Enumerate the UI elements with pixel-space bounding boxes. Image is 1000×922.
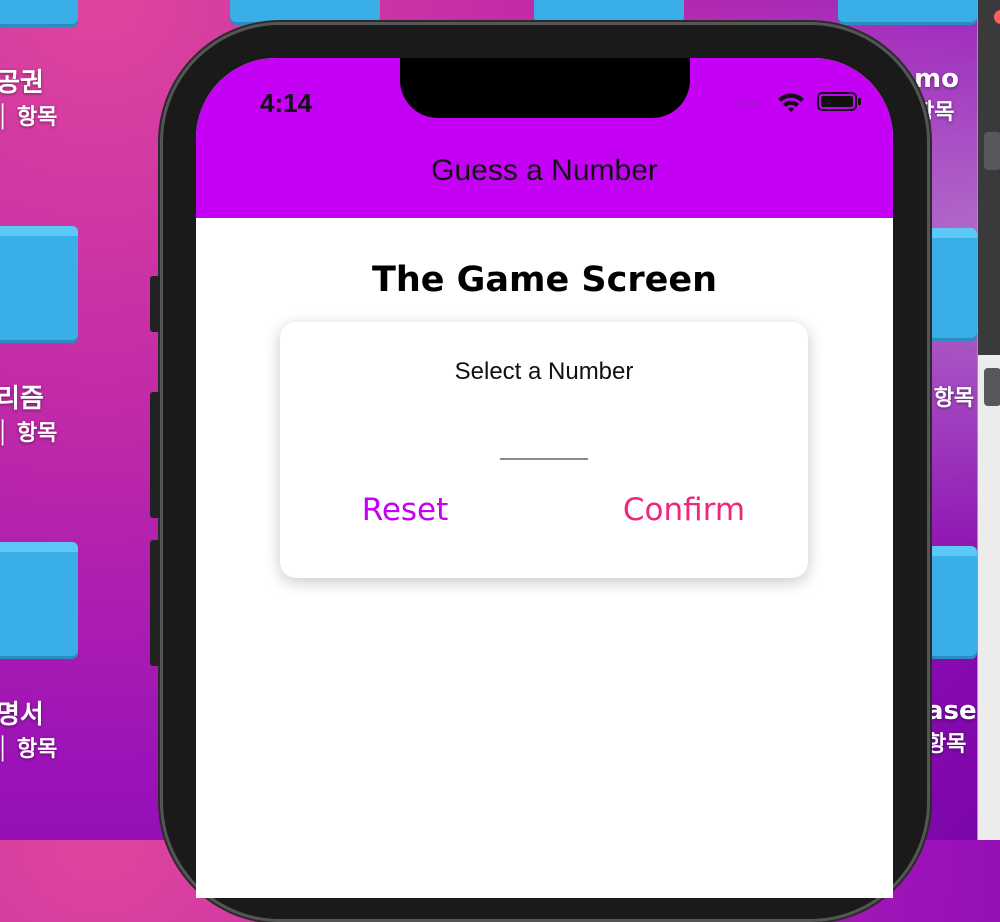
close-window-icon[interactable] (994, 10, 1000, 24)
mute-switch (150, 276, 160, 332)
phone-screen: 4:14 Guess a Number The Game Screen Sele… (196, 58, 893, 898)
desktop-item-label[interactable]: 명서 │ 항목 (0, 694, 57, 763)
desktop-folder-icon[interactable] (534, 0, 684, 22)
toolbar-field[interactable] (984, 368, 1000, 406)
desktop-folder-icon[interactable] (0, 226, 78, 340)
app-header: 4:14 Guess a Number (196, 58, 893, 218)
background-window[interactable] (977, 0, 1000, 840)
toolbar-field[interactable] (984, 132, 1000, 170)
desktop-item-label[interactable]: 공권 │ 항목 (0, 62, 57, 131)
volume-down-button (150, 540, 160, 666)
number-input-card: Select a Number Reset Confirm (280, 322, 808, 578)
number-input[interactable] (500, 422, 588, 460)
reset-button[interactable]: Reset (350, 488, 460, 532)
select-number-label: Select a Number (454, 358, 634, 385)
battery-icon (817, 92, 861, 111)
desktop-folder-icon[interactable] (230, 0, 380, 22)
phone-notch (400, 58, 690, 118)
status-bar-icons (736, 90, 866, 114)
window-sidebar (978, 0, 1000, 406)
wifi-icon (778, 93, 804, 112)
desktop-folder-icon[interactable] (0, 542, 78, 656)
confirm-button[interactable]: Confirm (614, 488, 754, 532)
page-title: The Game Screen (371, 260, 718, 300)
desktop-folder-icon[interactable] (0, 0, 78, 24)
status-bar-time: 4:14 (260, 88, 313, 118)
app-bar-title: Guess a Number (431, 154, 658, 187)
desktop-folder-icon[interactable] (838, 0, 977, 22)
desktop-item-label[interactable]: 리즘 │ 항목 (0, 378, 57, 447)
signal-icon (738, 101, 760, 104)
volume-up-button (150, 392, 160, 518)
desktop-item-label[interactable]: ase 항목 (926, 696, 977, 758)
